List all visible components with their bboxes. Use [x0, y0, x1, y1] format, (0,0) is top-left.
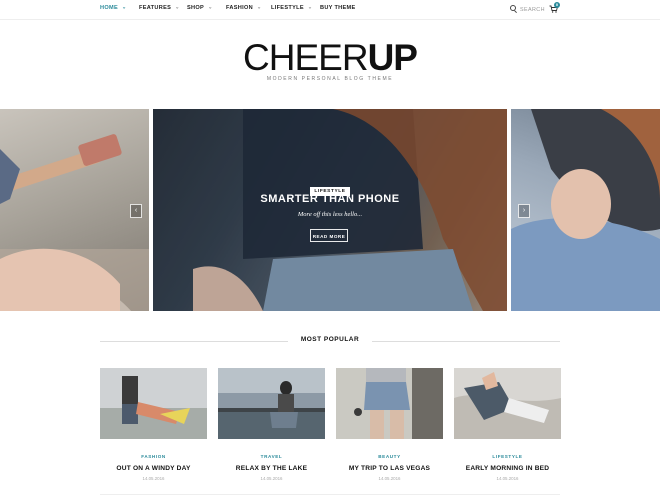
- search-button[interactable]: SEARCH: [510, 5, 545, 13]
- nav-item-shop[interactable]: SHOP ⌄: [187, 4, 213, 12]
- guitar-photo-illustration: [0, 134, 149, 311]
- chevron-down-icon: ⌄: [256, 4, 262, 11]
- divider: [372, 341, 560, 342]
- slide-title[interactable]: SMARTER THAN PHONE: [153, 193, 507, 205]
- cart-button[interactable]: 0: [549, 2, 560, 13]
- cart-count-badge: 0: [554, 2, 560, 8]
- post-date: 14.05.2016: [260, 476, 283, 481]
- read-more-button[interactable]: READ MORE: [310, 229, 348, 242]
- post-category[interactable]: FASHION: [100, 454, 207, 459]
- woman-denim-photo-illustration: [153, 109, 507, 311]
- post-date: 14.05.2016: [496, 476, 519, 481]
- post-category[interactable]: BEAUTY: [336, 454, 443, 459]
- post-title[interactable]: MY TRIP TO LAS VEGAS: [336, 465, 443, 472]
- post-title[interactable]: OUT ON A WINDY DAY: [100, 465, 207, 472]
- chevron-left-icon: ‹: [134, 207, 138, 214]
- nav-item-lifestyle[interactable]: LIFESTYLE ⌄: [271, 4, 313, 12]
- nav-item-features[interactable]: FEATURES ⌄: [139, 4, 180, 12]
- most-popular-heading: MOST POPULAR: [100, 336, 560, 346]
- chevron-down-icon: ⌄: [307, 4, 313, 11]
- post-thumbnail[interactable]: [218, 368, 325, 439]
- search-icon: [510, 5, 516, 11]
- post-thumbnail[interactable]: [100, 368, 207, 439]
- popular-post-card: FASHION OUT ON A WINDY DAY 14.05.2016: [100, 368, 207, 481]
- post-thumbnail[interactable]: [336, 368, 443, 439]
- divider: [100, 494, 560, 495]
- nav-item-fashion[interactable]: FASHION ⌄: [226, 4, 262, 12]
- search-label: SEARCH: [520, 7, 545, 13]
- popular-post-card: TRAVEL RELAX BY THE LAKE 14.05.2016: [218, 368, 325, 481]
- site-tagline: MODERN PERSONAL BLOG THEME: [266, 76, 394, 82]
- nav-item-home[interactable]: HOME ⌄: [100, 4, 127, 12]
- slide-excerpt: More off this less hello...: [297, 211, 363, 218]
- chevron-right-icon: ›: [522, 207, 526, 214]
- popular-post-card: LIFESTYLE EARLY MORNING IN BED 14.05.201…: [454, 368, 561, 481]
- top-navigation: HOME ⌄ FEATURES ⌄ SHOP ⌄ FASHION ⌄ LIFESTYLE…: [0, 0, 660, 20]
- post-date: 14.05.2016: [142, 476, 165, 481]
- slider-prev-button[interactable]: ‹: [130, 204, 142, 218]
- popular-post-card: BEAUTY MY TRIP TO LAS VEGAS 14.05.2016: [336, 368, 443, 481]
- chevron-down-icon: ⌄: [208, 4, 213, 11]
- slide-image-previous[interactable]: ‹: [0, 109, 149, 311]
- chevron-down-icon: ⌄: [121, 4, 127, 11]
- woman-blue-shirt-photo-illustration: [511, 109, 660, 311]
- post-title[interactable]: EARLY MORNING IN BED: [454, 465, 561, 472]
- post-title[interactable]: RELAX BY THE LAKE: [218, 465, 325, 472]
- site-logo[interactable]: CHEERUP: [0, 36, 660, 80]
- post-category[interactable]: LIFESTYLE: [454, 454, 561, 459]
- chevron-down-icon: ⌄: [175, 4, 180, 11]
- nav-item-buy-theme[interactable]: BUY THEME: [320, 5, 356, 11]
- post-thumbnail[interactable]: [454, 368, 561, 439]
- slider-next-button[interactable]: ›: [518, 204, 530, 218]
- slide-image-current[interactable]: LIFESTYLE SMARTER THAN PHONE More off th…: [153, 109, 507, 311]
- slide-image-next[interactable]: ›: [511, 109, 660, 311]
- post-category[interactable]: TRAVEL: [218, 454, 325, 459]
- post-date: 14.05.2016: [378, 476, 401, 481]
- featured-slider: ‹ LIFESTYLE SMARTER THAN PHONE More off …: [0, 109, 660, 311]
